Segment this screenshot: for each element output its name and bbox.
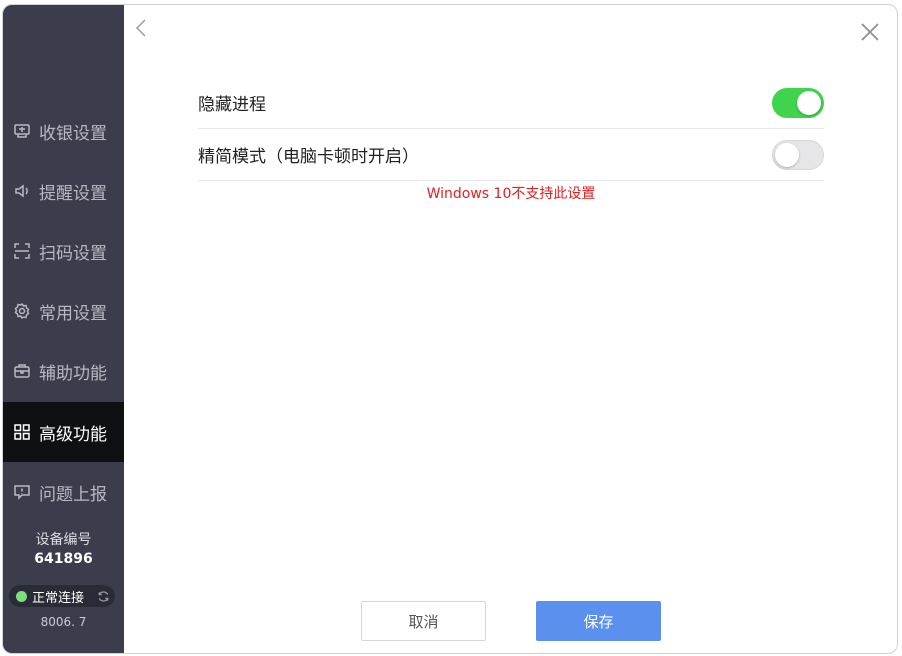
toggle-knob: [797, 90, 821, 115]
speaker-icon: [13, 182, 31, 200]
scan-icon: [13, 242, 31, 260]
device-number-label: 设备编号: [35, 532, 92, 548]
save-button[interactable]: 保存: [536, 601, 661, 641]
sidebar-item-issue-report[interactable]: 问题上报: [3, 462, 124, 522]
grid-icon: [13, 423, 31, 441]
sidebar-item-label: 收银设置: [39, 123, 107, 144]
sidebar-item-scan-settings[interactable]: 扫码设置: [3, 221, 124, 281]
sidebar: 收银设置 提醒设置 扫码设置 常用设置 辅助功能 高级功能 问题上报 设备编号 …: [3, 5, 124, 653]
compatibility-warning: Windows 10不支持此设置: [426, 186, 596, 202]
version-number: 8006. 7: [40, 615, 87, 629]
connection-status-badge: 正常连接: [9, 585, 115, 607]
setting-row-hide-process: 隐藏进程: [198, 77, 824, 129]
cashier-icon: [13, 122, 31, 140]
device-number-value: 641896: [34, 551, 93, 567]
setting-row-lite-mode: 精简模式（电脑卡顿时开启）: [198, 129, 824, 181]
cancel-button[interactable]: 取消: [361, 601, 486, 641]
back-icon[interactable]: [133, 17, 149, 39]
lite-mode-toggle[interactable]: [772, 139, 824, 170]
sidebar-item-advanced-functions[interactable]: 高级功能: [3, 402, 124, 462]
sidebar-item-label: 高级功能: [39, 424, 107, 445]
setting-label: 隐藏进程: [198, 95, 266, 115]
sidebar-item-label: 扫码设置: [39, 243, 107, 264]
gear-icon: [13, 302, 31, 320]
hide-process-toggle[interactable]: [772, 87, 824, 118]
sidebar-item-label: 问题上报: [39, 484, 107, 505]
sidebar-item-assist-functions[interactable]: 辅助功能: [3, 341, 124, 401]
sidebar-item-general-settings[interactable]: 常用设置: [3, 281, 124, 341]
setting-label: 精简模式（电脑卡顿时开启）: [198, 147, 419, 167]
report-icon: [13, 483, 31, 501]
sidebar-item-label: 提醒设置: [39, 183, 107, 204]
sidebar-item-label: 辅助功能: [39, 363, 107, 384]
refresh-icon[interactable]: [97, 590, 110, 603]
close-icon[interactable]: [859, 21, 881, 43]
settings-window: 收银设置 提醒设置 扫码设置 常用设置 辅助功能 高级功能 问题上报 设备编号 …: [2, 4, 898, 654]
sidebar-item-label: 常用设置: [39, 303, 107, 324]
toolbox-icon: [13, 362, 31, 380]
toggle-knob: [775, 142, 799, 167]
connection-status-dot: [16, 590, 27, 602]
sidebar-item-reminder-settings[interactable]: 提醒设置: [3, 161, 124, 221]
sidebar-item-cashier-settings[interactable]: 收银设置: [3, 101, 124, 161]
connection-status-text: 正常连接: [32, 590, 85, 606]
